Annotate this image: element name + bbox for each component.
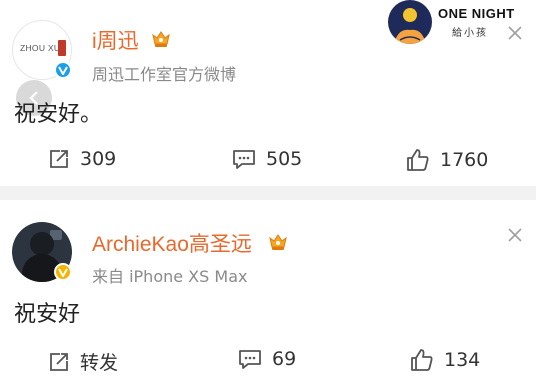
- verified-badge-icon: [54, 263, 72, 281]
- repost-label: 转发: [80, 352, 119, 374]
- one-night-badge: ONE NIGHT 給小孩: [388, 0, 515, 48]
- repost-icon: [50, 150, 68, 168]
- post-source: 周迅工作室官方微博: [92, 65, 237, 84]
- moon-logo-icon: [388, 0, 432, 44]
- like-count: 134: [444, 349, 481, 371]
- user-name[interactable]: ArchieKao高圣远: [92, 228, 252, 258]
- close-icon[interactable]: [505, 225, 525, 245]
- repost-count: 309: [80, 148, 117, 170]
- weibo-post: ZHOU XUN i周迅 周迅工作室官方微博 ONE NIGHT 給小孩 祝安好…: [0, 0, 536, 186]
- comment-icon: [239, 350, 261, 369]
- post-source: 来自 iPhone XS Max: [92, 267, 248, 286]
- avatar-head: [30, 232, 54, 256]
- post-content: 祝安好: [14, 302, 81, 327]
- comment-count: 505: [266, 148, 303, 170]
- like-count: 1760: [440, 149, 489, 171]
- vip-crown-icon: [152, 31, 170, 47]
- post-divider: [0, 186, 536, 200]
- comment-button[interactable]: 69: [238, 348, 296, 370]
- comment-icon: [233, 150, 255, 169]
- vip-crown-icon: [269, 234, 287, 250]
- repost-icon: [50, 352, 68, 371]
- avatar-logo-mark: [58, 40, 66, 56]
- repost-button[interactable]: 309: [48, 148, 116, 170]
- thumbs-up-icon: [407, 149, 429, 171]
- like-button[interactable]: 1760: [406, 148, 488, 172]
- user-name[interactable]: i周迅: [92, 25, 139, 55]
- post-content: 祝安好。: [14, 102, 103, 127]
- repost-button[interactable]: 转发: [48, 348, 118, 375]
- thumbs-up-icon: [411, 349, 433, 371]
- close-icon[interactable]: [505, 23, 525, 43]
- badge-subtitle: 給小孩: [452, 28, 488, 39]
- verified-badge-icon: [54, 61, 72, 79]
- like-button[interactable]: 134: [410, 348, 480, 372]
- badge-title: ONE NIGHT: [438, 6, 515, 21]
- comment-count: 69: [272, 348, 297, 370]
- comment-button[interactable]: 505: [232, 148, 302, 170]
